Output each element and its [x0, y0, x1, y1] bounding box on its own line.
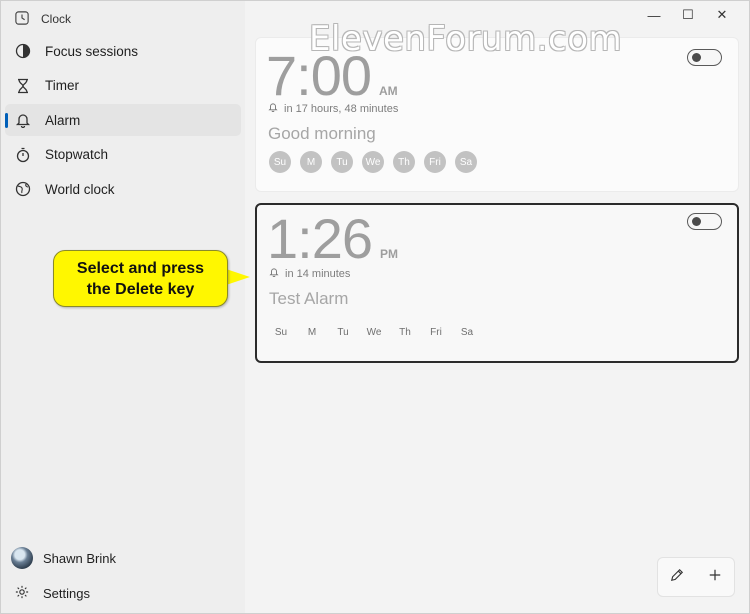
settings-item[interactable]: Settings: [15, 585, 90, 602]
user-account[interactable]: Shawn Brink: [11, 547, 116, 569]
alarm-remaining: in 17 hours, 48 minutes: [268, 102, 398, 115]
bell-icon: [15, 112, 31, 128]
alarm-toggle[interactable]: [687, 213, 722, 230]
bell-icon: [268, 102, 278, 115]
user-name: Shawn Brink: [43, 550, 116, 566]
alarm-card-selected[interactable]: 1:26 PM in 14 minutes Test Alarm Su M Tu…: [255, 203, 739, 363]
alarm-days: Su M Tu We Th Fri Sa: [269, 151, 477, 173]
minimize-button[interactable]: —: [637, 5, 671, 25]
stopwatch-icon: [15, 147, 31, 163]
edit-alarms-button[interactable]: [663, 563, 691, 591]
day-chip: Su: [269, 151, 291, 173]
nav-item-label: Alarm: [45, 112, 81, 128]
callout-line: the Delete key: [86, 280, 195, 298]
bell-icon: [269, 267, 279, 280]
day-chip: Tu: [331, 151, 353, 173]
alarm-toggle[interactable]: [687, 49, 722, 66]
alarm-remaining-text: in 17 hours, 48 minutes: [284, 102, 399, 115]
add-alarm-button[interactable]: [701, 563, 729, 591]
nav-list: Focus sessions Timer Alarm Stopwatch Wor…: [5, 35, 241, 208]
nav-item-timer[interactable]: Timer: [5, 70, 241, 102]
focus-icon: [15, 43, 31, 59]
alarm-remaining-text: in 14 minutes: [285, 267, 351, 280]
window-controls: — ☐ ✕: [637, 5, 739, 25]
alarm-name: Good morning: [268, 124, 376, 143]
callout-pointer: [226, 269, 250, 285]
callout-line: Select and press: [76, 259, 205, 277]
day-chip: We: [362, 151, 384, 173]
day-chip: Sa: [460, 326, 474, 338]
callout-annotation: Select and press the Delete key: [53, 250, 228, 307]
nav-item-label: Stopwatch: [45, 147, 109, 162]
avatar: [11, 547, 33, 569]
day-chip: Tu: [337, 326, 349, 338]
alarm-ampm: AM: [379, 84, 398, 98]
day-chip: M: [300, 151, 322, 173]
alarm-time: 1:26: [267, 207, 373, 270]
day-chip: M: [307, 326, 317, 338]
alarm-name: Test Alarm: [269, 289, 349, 308]
day-chip: Fri: [430, 326, 442, 338]
day-chip: Sa: [455, 151, 477, 173]
clock-app-icon: [15, 10, 29, 28]
day-chip: Th: [399, 326, 411, 338]
globe-icon: [15, 181, 31, 197]
nav-item-alarm[interactable]: Alarm: [5, 104, 241, 136]
hourglass-icon: [15, 78, 31, 94]
settings-label: Settings: [43, 586, 90, 601]
nav-item-world-clock[interactable]: World clock: [5, 173, 241, 205]
app-title: Clock: [41, 12, 72, 26]
day-chip: Th: [393, 151, 415, 173]
gear-icon: [15, 585, 29, 602]
alarm-card[interactable]: 7:00 AM in 17 hours, 48 minutes Good mor…: [255, 37, 739, 192]
plus-icon: [708, 568, 722, 587]
toggle-knob: [692, 217, 701, 226]
alarm-ampm: PM: [380, 247, 398, 261]
nav-item-focus-sessions[interactable]: Focus sessions: [5, 35, 241, 67]
close-button[interactable]: ✕: [705, 5, 739, 25]
day-chip: Fri: [424, 151, 446, 173]
alarm-remaining: in 14 minutes: [269, 267, 350, 280]
nav-item-stopwatch[interactable]: Stopwatch: [5, 139, 241, 171]
nav-item-label: World clock: [45, 181, 115, 197]
alarm-days: Su M Tu We Th Fri Sa: [270, 321, 478, 343]
watermark: ElevenForum.com: [309, 19, 623, 59]
pencil-icon: [670, 568, 684, 587]
app-title-bar: Clock: [15, 10, 71, 28]
alarm-actions-bar: [657, 557, 735, 597]
maximize-button[interactable]: ☐: [671, 5, 705, 25]
clock-window: Clock Focus sessions Timer Alarm Stopwat…: [0, 0, 750, 614]
callout-text: Select and press the Delete key: [56, 258, 226, 300]
nav-item-label: Timer: [45, 78, 79, 93]
nav-item-label: Focus sessions: [45, 43, 139, 59]
toggle-knob: [692, 53, 701, 62]
day-chip: Su: [274, 326, 288, 338]
alarm-time-row: 1:26 PM: [267, 205, 398, 273]
day-chip: We: [366, 326, 382, 338]
sidebar: Clock Focus sessions Timer Alarm Stopwat…: [1, 1, 245, 613]
